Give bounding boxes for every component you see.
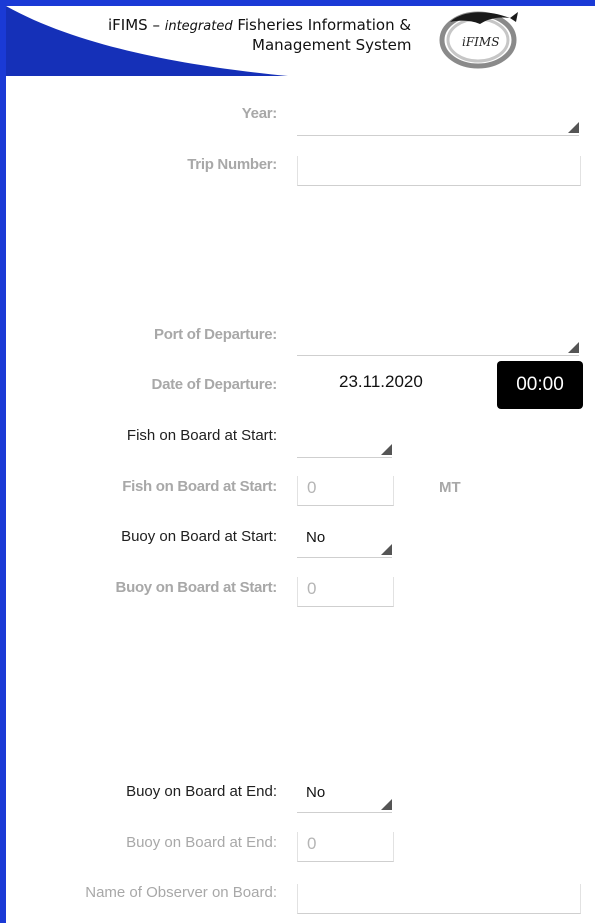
buoy-on-board-end-qty-input[interactable]: 0	[297, 832, 394, 862]
port-dropdown-arrow-icon	[568, 342, 579, 353]
buoy-on-board-end-qty-placeholder: 0	[307, 834, 317, 853]
app-title-integrated: integrated	[164, 19, 233, 34]
buoy-start-dropdown-arrow-icon	[381, 544, 392, 555]
year-dropdown-arrow-icon	[568, 122, 579, 133]
app-title-line2: Management System	[252, 36, 412, 54]
fish-on-board-start-qty-placeholder: 0	[307, 478, 317, 497]
buoy-on-board-start-select-value: No	[306, 529, 326, 546]
buoy-on-board-start-select-label: Buoy on Board at Start:	[121, 528, 277, 545]
buoy-on-board-start-select[interactable]: No	[297, 528, 392, 558]
trip-number-input[interactable]	[297, 156, 581, 186]
trip-number-label: Trip Number:	[187, 156, 277, 173]
buoy-on-board-end-qty-label: Buoy on Board at End:	[126, 834, 277, 851]
port-of-departure-select[interactable]	[297, 326, 579, 356]
app-title-prefix: iFIMS –	[108, 16, 165, 34]
buoy-on-board-start-qty-input[interactable]: 0	[297, 577, 394, 607]
app-title-line1: iFIMS – integrated Fisheries Information…	[108, 16, 411, 34]
time-of-departure-button[interactable]: 00:00	[497, 361, 583, 409]
app-header: iFIMS – integrated Fisheries Information…	[6, 6, 595, 76]
fish-start-dropdown-arrow-icon	[381, 444, 392, 455]
fish-on-board-start-select-label: Fish on Board at Start:	[126, 427, 277, 444]
fish-on-board-start-qty-input[interactable]: 0	[297, 476, 394, 506]
buoy-end-dropdown-arrow-icon	[381, 799, 392, 810]
buoy-on-board-end-select-value: No	[306, 784, 326, 801]
year-label: Year:	[241, 105, 278, 122]
date-of-departure-picker[interactable]: 23.11.2020	[339, 372, 423, 392]
app-screen: iFIMS – integrated Fisheries Information…	[6, 6, 595, 923]
year-select[interactable]	[297, 106, 579, 136]
app-title-rest: Fisheries Information &	[232, 16, 412, 34]
buoy-on-board-end-select-label: Buoy on Board at End:	[126, 783, 277, 800]
ifims-logo: iFIMS	[439, 11, 518, 69]
buoy-on-board-end-select[interactable]: No	[297, 783, 392, 813]
logo-text: iFIMS	[462, 35, 499, 49]
observer-name-label: Name of Observer on Board:	[85, 884, 277, 901]
fish-quantity-unit: MT	[439, 479, 461, 496]
observer-name-input[interactable]	[297, 884, 581, 914]
buoy-on-board-start-qty-placeholder: 0	[307, 579, 317, 598]
buoy-on-board-start-qty-label: Buoy on Board at Start:	[115, 579, 278, 596]
port-of-departure-label: Port of Departure:	[154, 326, 277, 343]
fish-on-board-start-select[interactable]	[297, 428, 392, 458]
date-of-departure-label: Date of Departure:	[151, 376, 278, 393]
fish-on-board-start-qty-label: Fish on Board at Start:	[122, 478, 277, 495]
